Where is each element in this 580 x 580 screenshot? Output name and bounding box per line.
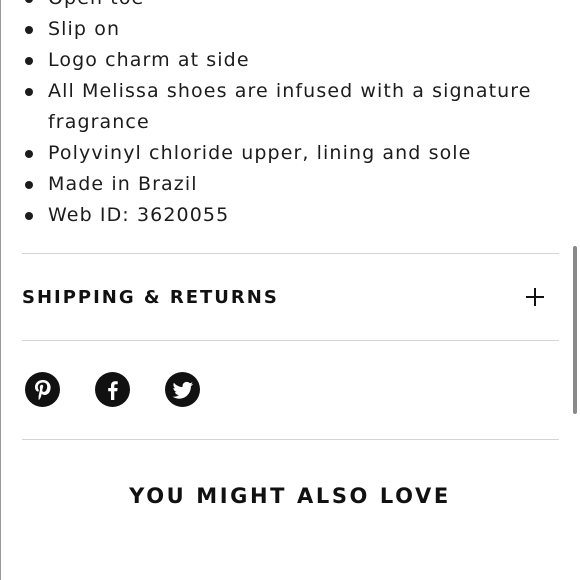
product-details-page: Open toe Slip on Logo charm at side All … [0, 0, 580, 580]
twitter-icon[interactable] [165, 372, 200, 407]
product-details-list: Open toe Slip on Logo charm at side All … [0, 0, 548, 231]
divider [22, 340, 559, 341]
recommendations-title: YOU MIGHT ALSO LOVE [129, 484, 451, 508]
list-item: Slip on [0, 14, 548, 45]
plus-icon[interactable] [526, 288, 544, 306]
list-item-text: Web ID: 3620055 [48, 204, 230, 226]
bullet-icon [25, 150, 33, 158]
bullet-icon [25, 88, 33, 96]
list-item: Polyvinyl chloride upper, lining and sol… [0, 138, 548, 169]
list-item-text: Open toe [48, 0, 144, 9]
bullet-icon [25, 57, 33, 65]
shipping-returns-accordion[interactable]: SHIPPING & RETURNS [22, 254, 559, 340]
list-item-text: Made in Brazil [48, 173, 198, 195]
list-item: All Melissa shoes are infused with a sig… [0, 76, 548, 138]
bullet-icon [25, 26, 33, 34]
list-item-text: Polyvinyl chloride upper, lining and sol… [48, 142, 472, 164]
list-item: Logo charm at side [0, 45, 548, 76]
facebook-icon[interactable] [95, 372, 130, 407]
shipping-returns-title: SHIPPING & RETURNS [22, 286, 279, 308]
social-share-bar [25, 372, 200, 407]
list-item: Web ID: 3620055 [0, 200, 548, 231]
list-item: Open toe [0, 0, 548, 14]
divider [22, 439, 559, 440]
list-item: Made in Brazil [0, 169, 548, 200]
list-item-text: Logo charm at side [48, 49, 250, 71]
pinterest-icon[interactable] [25, 372, 60, 407]
bullet-icon [25, 212, 33, 220]
bullet-icon [25, 181, 33, 189]
bullet-icon [25, 0, 33, 3]
list-item-text: All Melissa shoes are infused with a sig… [48, 80, 532, 133]
list-item-text: Slip on [48, 18, 121, 40]
scrollbar[interactable] [573, 246, 577, 414]
